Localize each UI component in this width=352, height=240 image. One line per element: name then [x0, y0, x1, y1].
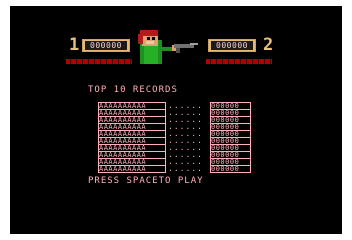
record-name: AAAAAAAAAA: [98, 165, 166, 173]
player2-health-bar: [206, 59, 272, 64]
record-score: 000000: [210, 165, 251, 173]
records-title: TOP 10 RECORDS: [88, 85, 178, 95]
player2-score: 000000: [211, 41, 253, 50]
game-screen: 1 000000 000000 2 TOP 10 RECORDS AAAAAAA…: [10, 6, 342, 234]
player1-score-box: 000000: [82, 39, 130, 52]
gunman-sprite: [138, 30, 198, 64]
player1-health-bar: [66, 59, 132, 64]
player1-score: 000000: [85, 41, 127, 50]
press-space-prompt: PRESS SPACETO PLAY: [88, 176, 204, 186]
player1-number: 1: [69, 35, 80, 55]
player2-number: 2: [263, 35, 274, 55]
player2-score-box: 000000: [208, 39, 256, 52]
game-canvas: 1 000000 000000 2 TOP 10 RECORDS AAAAAAA…: [0, 0, 352, 240]
record-dots: ......: [168, 164, 203, 173]
